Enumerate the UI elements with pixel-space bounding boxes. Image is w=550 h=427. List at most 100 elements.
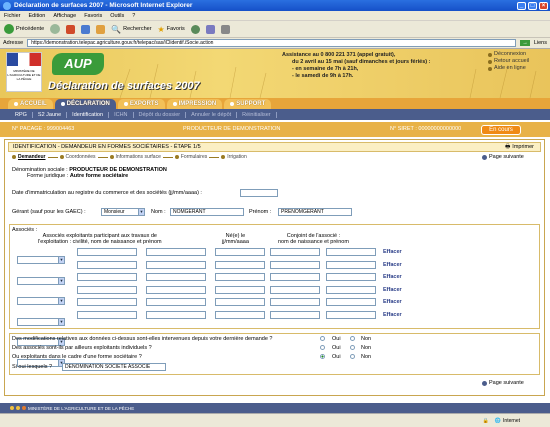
home-button[interactable] xyxy=(96,24,106,34)
print-link[interactable]: 🖶 Imprimer xyxy=(505,143,534,152)
tab-3[interactable]: IMPRESSION xyxy=(166,99,223,109)
associe-nom-input[interactable] xyxy=(77,273,137,281)
associe-prenom-input[interactable] xyxy=(146,298,206,306)
forward-button[interactable] xyxy=(50,24,61,34)
links-label[interactable]: Liens xyxy=(534,40,547,46)
header-link-2[interactable]: Aide en ligne xyxy=(488,65,529,72)
conjoint-prenom-input[interactable] xyxy=(326,298,376,306)
conjoint-prenom-input[interactable] xyxy=(326,285,376,294)
tab-2[interactable]: EXPORTS xyxy=(117,99,165,109)
menu-item-3[interactable]: Favoris xyxy=(84,13,102,19)
maximize-button[interactable]: □ xyxy=(528,1,537,10)
step-dot-icon xyxy=(109,155,114,159)
effacer-button[interactable]: Effacer xyxy=(383,312,402,318)
search-button[interactable]: 🔍 Rechercher xyxy=(111,25,151,34)
associe-naissance-input[interactable] xyxy=(215,285,265,294)
header-link-1[interactable]: Retour accueil xyxy=(488,58,529,65)
associe-nom-input[interactable] xyxy=(77,310,137,319)
radio-non-2[interactable] xyxy=(350,354,355,359)
conjoint-nom-input[interactable] xyxy=(270,298,320,306)
step-4[interactable]: Irrigation xyxy=(227,154,246,160)
effacer-button[interactable]: Effacer xyxy=(383,274,402,280)
go-button[interactable]: → xyxy=(520,40,530,46)
conjoint-nom-input[interactable] xyxy=(270,248,320,256)
back-arrow-icon xyxy=(4,24,14,34)
next-page-link-top[interactable]: Page suivante xyxy=(482,154,524,160)
step-connector xyxy=(162,156,173,158)
associe-nom-input[interactable] xyxy=(77,248,137,256)
subnav-item-0[interactable]: RPG xyxy=(10,111,33,118)
date-immatriculation-input[interactable] xyxy=(240,189,278,197)
close-button[interactable]: × xyxy=(539,1,548,10)
stop-button[interactable] xyxy=(66,24,76,34)
step-1[interactable]: Coordonnées xyxy=(66,154,96,160)
nom-gerant-input[interactable]: NOMGERANT xyxy=(170,208,244,216)
subnav-item-1[interactable]: S2 Jaune xyxy=(33,111,68,118)
tab-0[interactable]: ACCUEIL xyxy=(8,99,53,109)
step-2[interactable]: Informations surface xyxy=(116,154,161,160)
subnav-item-6[interactable]: Réinitialiser xyxy=(237,111,277,118)
associe-prenom-input[interactable] xyxy=(146,260,206,269)
conjoint-nom-input[interactable] xyxy=(270,260,320,269)
conjoint-nom-input[interactable] xyxy=(270,285,320,294)
refresh-button[interactable] xyxy=(81,24,91,34)
associe-nom-input[interactable] xyxy=(77,260,137,269)
menu-item-4[interactable]: Outils xyxy=(110,13,124,19)
subnav-item-3[interactable]: ICHN xyxy=(109,111,134,118)
effacer-button[interactable]: Effacer xyxy=(383,249,402,255)
prenom-gerant-input[interactable]: PRENOMGERANT xyxy=(278,208,352,216)
radio-oui-0[interactable] xyxy=(320,336,325,341)
menu-item-2[interactable]: Affichage xyxy=(53,13,76,19)
conjoint-prenom-input[interactable] xyxy=(326,273,376,281)
radio-non-0[interactable] xyxy=(350,336,355,341)
menu-item-0[interactable]: Fichier xyxy=(4,13,21,19)
associe-prenom-input[interactable] xyxy=(146,248,206,256)
associe-civilite-select[interactable]: ▼ xyxy=(17,297,65,305)
address-input[interactable]: https://demonstration.telepac.agricultur… xyxy=(27,39,517,47)
associe-naissance-input[interactable] xyxy=(215,248,265,256)
associe-civilite-select[interactable]: ▼ xyxy=(17,256,65,264)
conjoint-prenom-input[interactable] xyxy=(326,248,376,256)
conjoint-nom-input[interactable] xyxy=(270,273,320,281)
effacer-button[interactable]: Effacer xyxy=(383,262,402,268)
associe-prenom-input[interactable] xyxy=(146,310,206,319)
conjoint-nom-input[interactable] xyxy=(270,310,320,319)
radio-oui-1[interactable] xyxy=(320,345,325,350)
header-link-0[interactable]: Déconnexion xyxy=(488,51,529,58)
radio-oui-2[interactable] xyxy=(320,354,325,359)
subnav-item-4[interactable]: Dépôt du dossier xyxy=(134,111,187,118)
print-button[interactable] xyxy=(220,24,230,34)
step-3[interactable]: Formulaires xyxy=(181,154,207,160)
menu-item-5[interactable]: ? xyxy=(132,13,135,19)
conjoint-prenom-input[interactable] xyxy=(326,260,376,269)
associe-naissance-input[interactable] xyxy=(215,260,265,269)
associe-naissance-input[interactable] xyxy=(215,298,265,306)
effacer-button[interactable]: Effacer xyxy=(383,287,402,293)
history-button[interactable] xyxy=(190,24,200,34)
tab-bullet-icon xyxy=(14,102,18,106)
associe-prenom-input[interactable] xyxy=(146,285,206,294)
back-button[interactable]: Précédente xyxy=(4,24,44,34)
associe-naissance-input[interactable] xyxy=(215,273,265,281)
associe-civilite-select[interactable]: ▼ xyxy=(17,276,65,285)
mail-button[interactable] xyxy=(205,24,215,34)
next-page-link-bottom[interactable]: Page suivante xyxy=(482,380,524,386)
tab-4[interactable]: SUPPORT xyxy=(224,99,272,109)
favorites-button[interactable]: ★ Favoris xyxy=(158,25,185,34)
radio-non-1[interactable] xyxy=(350,345,355,350)
menu-item-1[interactable]: Edition xyxy=(29,13,46,19)
associe-nom-input[interactable] xyxy=(77,285,137,294)
associe-civilite-select[interactable]: ▼ xyxy=(17,317,65,326)
step-0[interactable]: Demandeur xyxy=(18,154,46,160)
associe-prenom-input[interactable] xyxy=(146,273,206,281)
minimize-button[interactable]: _ xyxy=(517,1,526,10)
subnav-item-5[interactable]: Annuler le dépôt xyxy=(186,111,238,118)
tab-1[interactable]: DÉCLARATION xyxy=(54,99,116,109)
conjoint-prenom-input[interactable] xyxy=(326,310,376,319)
si-oui-input[interactable]: DENOMINATION SOCIETE ASSOCIE xyxy=(62,363,166,371)
associe-nom-input[interactable] xyxy=(77,298,137,306)
associe-naissance-input[interactable] xyxy=(215,310,265,319)
effacer-button[interactable]: Effacer xyxy=(383,299,402,305)
civilite-select[interactable]: Monsieur ▼ xyxy=(101,208,145,216)
subnav-item-2[interactable]: Identification xyxy=(67,111,110,118)
